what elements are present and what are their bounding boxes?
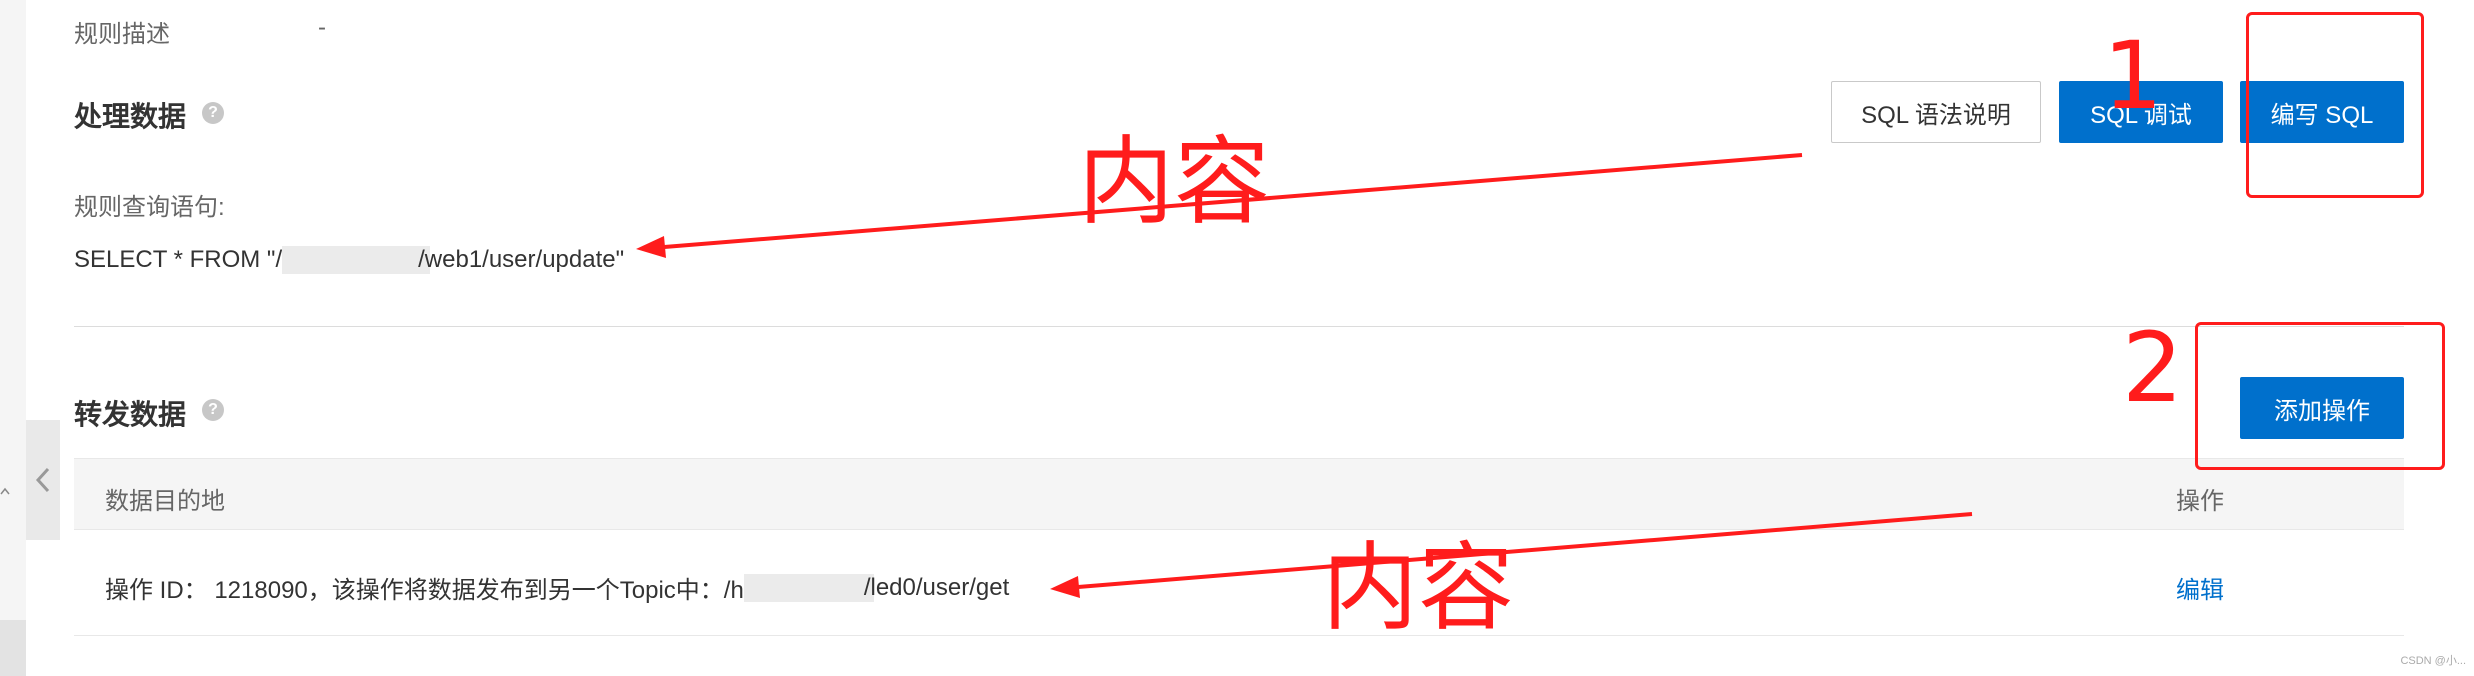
annotation-box-1 [2246, 12, 2424, 198]
annotation-number-2: 2 [2122, 312, 2184, 424]
annotation-box-2 [2195, 322, 2445, 470]
annotation-label-content-bottom: 内容 [1322, 532, 1514, 644]
annotation-number-1: 1 [2103, 22, 2163, 131]
annotation-label-content-top: 内容 [1078, 126, 1270, 238]
watermark: CSDN @小... [2400, 655, 2466, 667]
